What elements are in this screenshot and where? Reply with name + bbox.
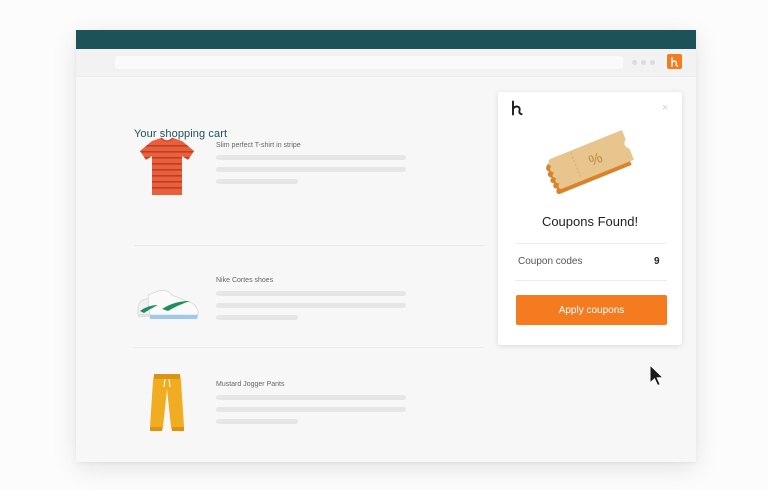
text-placeholder bbox=[216, 315, 298, 320]
item-name: Mustard Jogger Pants bbox=[216, 381, 285, 388]
browser-toolbar bbox=[76, 49, 696, 77]
cart-item[interactable]: Slim perfect T-shirt in stripe bbox=[134, 135, 484, 215]
coupon-ticket-icon: % bbox=[546, 130, 634, 195]
text-placeholder bbox=[216, 155, 406, 160]
text-placeholder bbox=[216, 303, 406, 308]
coupon-codes-label: Coupon codes bbox=[518, 256, 583, 267]
text-placeholder bbox=[216, 395, 406, 400]
mouse-cursor-icon bbox=[649, 364, 664, 387]
text-placeholder bbox=[216, 407, 406, 412]
address-bar[interactable] bbox=[115, 56, 623, 69]
close-icon[interactable]: × bbox=[662, 103, 668, 114]
text-placeholder bbox=[216, 179, 298, 184]
browser-titlebar bbox=[76, 30, 696, 49]
popup-heading: Coupons Found! bbox=[541, 214, 639, 229]
more-menu-icon[interactable] bbox=[632, 60, 655, 65]
popup-divider bbox=[515, 280, 667, 281]
item-name: Slim perfect T-shirt in stripe bbox=[216, 142, 301, 149]
coupon-codes-count: 9 bbox=[654, 256, 660, 267]
extension-button[interactable] bbox=[667, 54, 682, 69]
popup-divider bbox=[515, 243, 667, 244]
text-placeholder bbox=[216, 291, 406, 296]
item-name: Nike Cortes shoes bbox=[216, 277, 274, 284]
item-divider bbox=[134, 347, 484, 348]
honey-logo-icon bbox=[512, 100, 523, 116]
apply-coupons-button[interactable]: Apply coupons bbox=[516, 295, 667, 325]
text-placeholder bbox=[216, 419, 298, 424]
cart-item[interactable]: Nike Cortes shoes bbox=[134, 271, 484, 351]
honey-logo-icon bbox=[671, 56, 679, 67]
cart-item[interactable]: Mustard Jogger Pants bbox=[134, 371, 484, 451]
sneaker-icon bbox=[137, 290, 199, 319]
striped-tshirt-icon bbox=[140, 137, 194, 195]
text-placeholder bbox=[216, 167, 406, 172]
item-divider bbox=[134, 245, 484, 246]
coupon-popup: × % Coupons Found! Coupon codes 9 Apply … bbox=[498, 92, 682, 345]
jogger-pants-icon bbox=[150, 374, 184, 431]
